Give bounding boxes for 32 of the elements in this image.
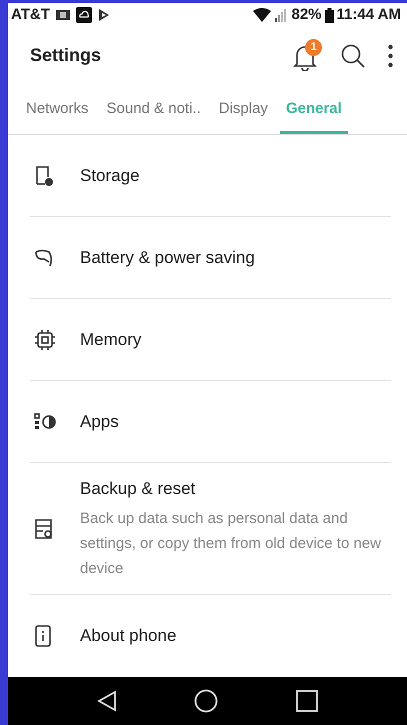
- backup-icon: [34, 518, 54, 540]
- more-options-icon[interactable]: [388, 44, 393, 68]
- setting-title[interactable]: Apps: [80, 409, 119, 435]
- leaf-icon: [34, 248, 54, 268]
- setting-description: Back up data such as personal data and settings, or copy them from old device to new device: [80, 508, 382, 579]
- carrier-name: AT&T: [11, 5, 50, 26]
- recent-apps-icon[interactable]: [296, 690, 318, 712]
- setting-title[interactable]: About phone: [80, 623, 176, 649]
- tab[interactable]: Display: [212, 84, 274, 134]
- setting-title[interactable]: Backup & reset: [80, 476, 391, 502]
- search-icon[interactable]: [340, 42, 366, 69]
- setting-title[interactable]: Memory: [80, 327, 142, 353]
- clock-time: 11:44 AM: [336, 5, 401, 26]
- storage-icon: [34, 164, 54, 187]
- signal-icon: [275, 8, 288, 22]
- chip-icon: [34, 328, 56, 351]
- battery-icon: [324, 8, 334, 23]
- back-icon[interactable]: [96, 690, 117, 712]
- setting-title[interactable]: Battery & power saving: [80, 245, 255, 271]
- apps-icon: [34, 412, 56, 431]
- screen-title: Settings: [30, 44, 102, 68]
- info-icon: [34, 624, 52, 647]
- image-notification-icon: [56, 9, 70, 22]
- tab[interactable]: Sound & noti..: [100, 84, 207, 134]
- cloud-app-icon: [76, 7, 92, 24]
- home-icon[interactable]: [194, 688, 218, 713]
- notification-badge: 1: [305, 38, 322, 56]
- tab[interactable]: Networks: [20, 84, 95, 134]
- setting-title[interactable]: Storage: [80, 163, 140, 189]
- battery-percentage: 82%: [291, 5, 322, 26]
- play-store-icon: [98, 8, 110, 22]
- wifi-icon: [253, 8, 272, 22]
